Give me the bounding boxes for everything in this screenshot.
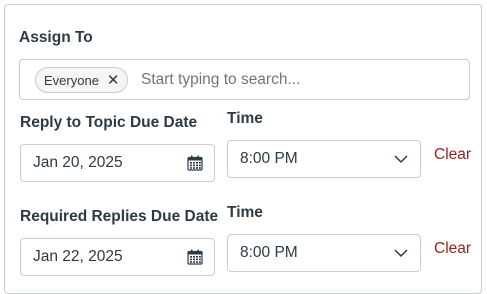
required-replies-clear-link[interactable]: Clear bbox=[434, 240, 471, 258]
chevron-down-icon bbox=[394, 155, 408, 164]
required-replies-date-value: Jan 22, 2025 bbox=[33, 248, 123, 265]
required-replies-date-input[interactable]: Jan 22, 2025 bbox=[20, 238, 215, 276]
reply-to-topic-date-value: Jan 20, 2025 bbox=[33, 154, 123, 171]
reply-to-topic-time-label: Time bbox=[227, 110, 263, 127]
calendar-icon[interactable] bbox=[187, 249, 203, 265]
assignee-chip-everyone[interactable]: Everyone ✕ bbox=[35, 67, 128, 93]
calendar-icon[interactable] bbox=[187, 155, 203, 171]
assignee-chip-label: Everyone bbox=[44, 72, 99, 88]
required-replies-time-value: 8:00 PM bbox=[240, 244, 298, 261]
reply-to-topic-time-value: 8:00 PM bbox=[240, 150, 298, 167]
reply-to-topic-date-input[interactable]: Jan 20, 2025 bbox=[20, 144, 215, 182]
reply-to-topic-clear-link[interactable]: Clear bbox=[434, 146, 471, 164]
reply-to-topic-time-select[interactable]: 8:00 PM bbox=[227, 140, 421, 178]
assign-to-label: Assign To bbox=[19, 29, 93, 46]
assignee-search-input[interactable] bbox=[141, 60, 461, 99]
required-replies-due-date-label: Required Replies Due Date bbox=[20, 208, 219, 225]
chevron-down-icon bbox=[394, 249, 408, 258]
required-replies-time-select[interactable]: 8:00 PM bbox=[227, 234, 421, 272]
close-icon[interactable]: ✕ bbox=[107, 73, 120, 88]
required-replies-time-label: Time bbox=[227, 204, 263, 221]
assignee-search-box[interactable]: Everyone ✕ bbox=[19, 59, 470, 100]
reply-to-topic-due-date-label: Reply to Topic Due Date bbox=[20, 114, 198, 131]
